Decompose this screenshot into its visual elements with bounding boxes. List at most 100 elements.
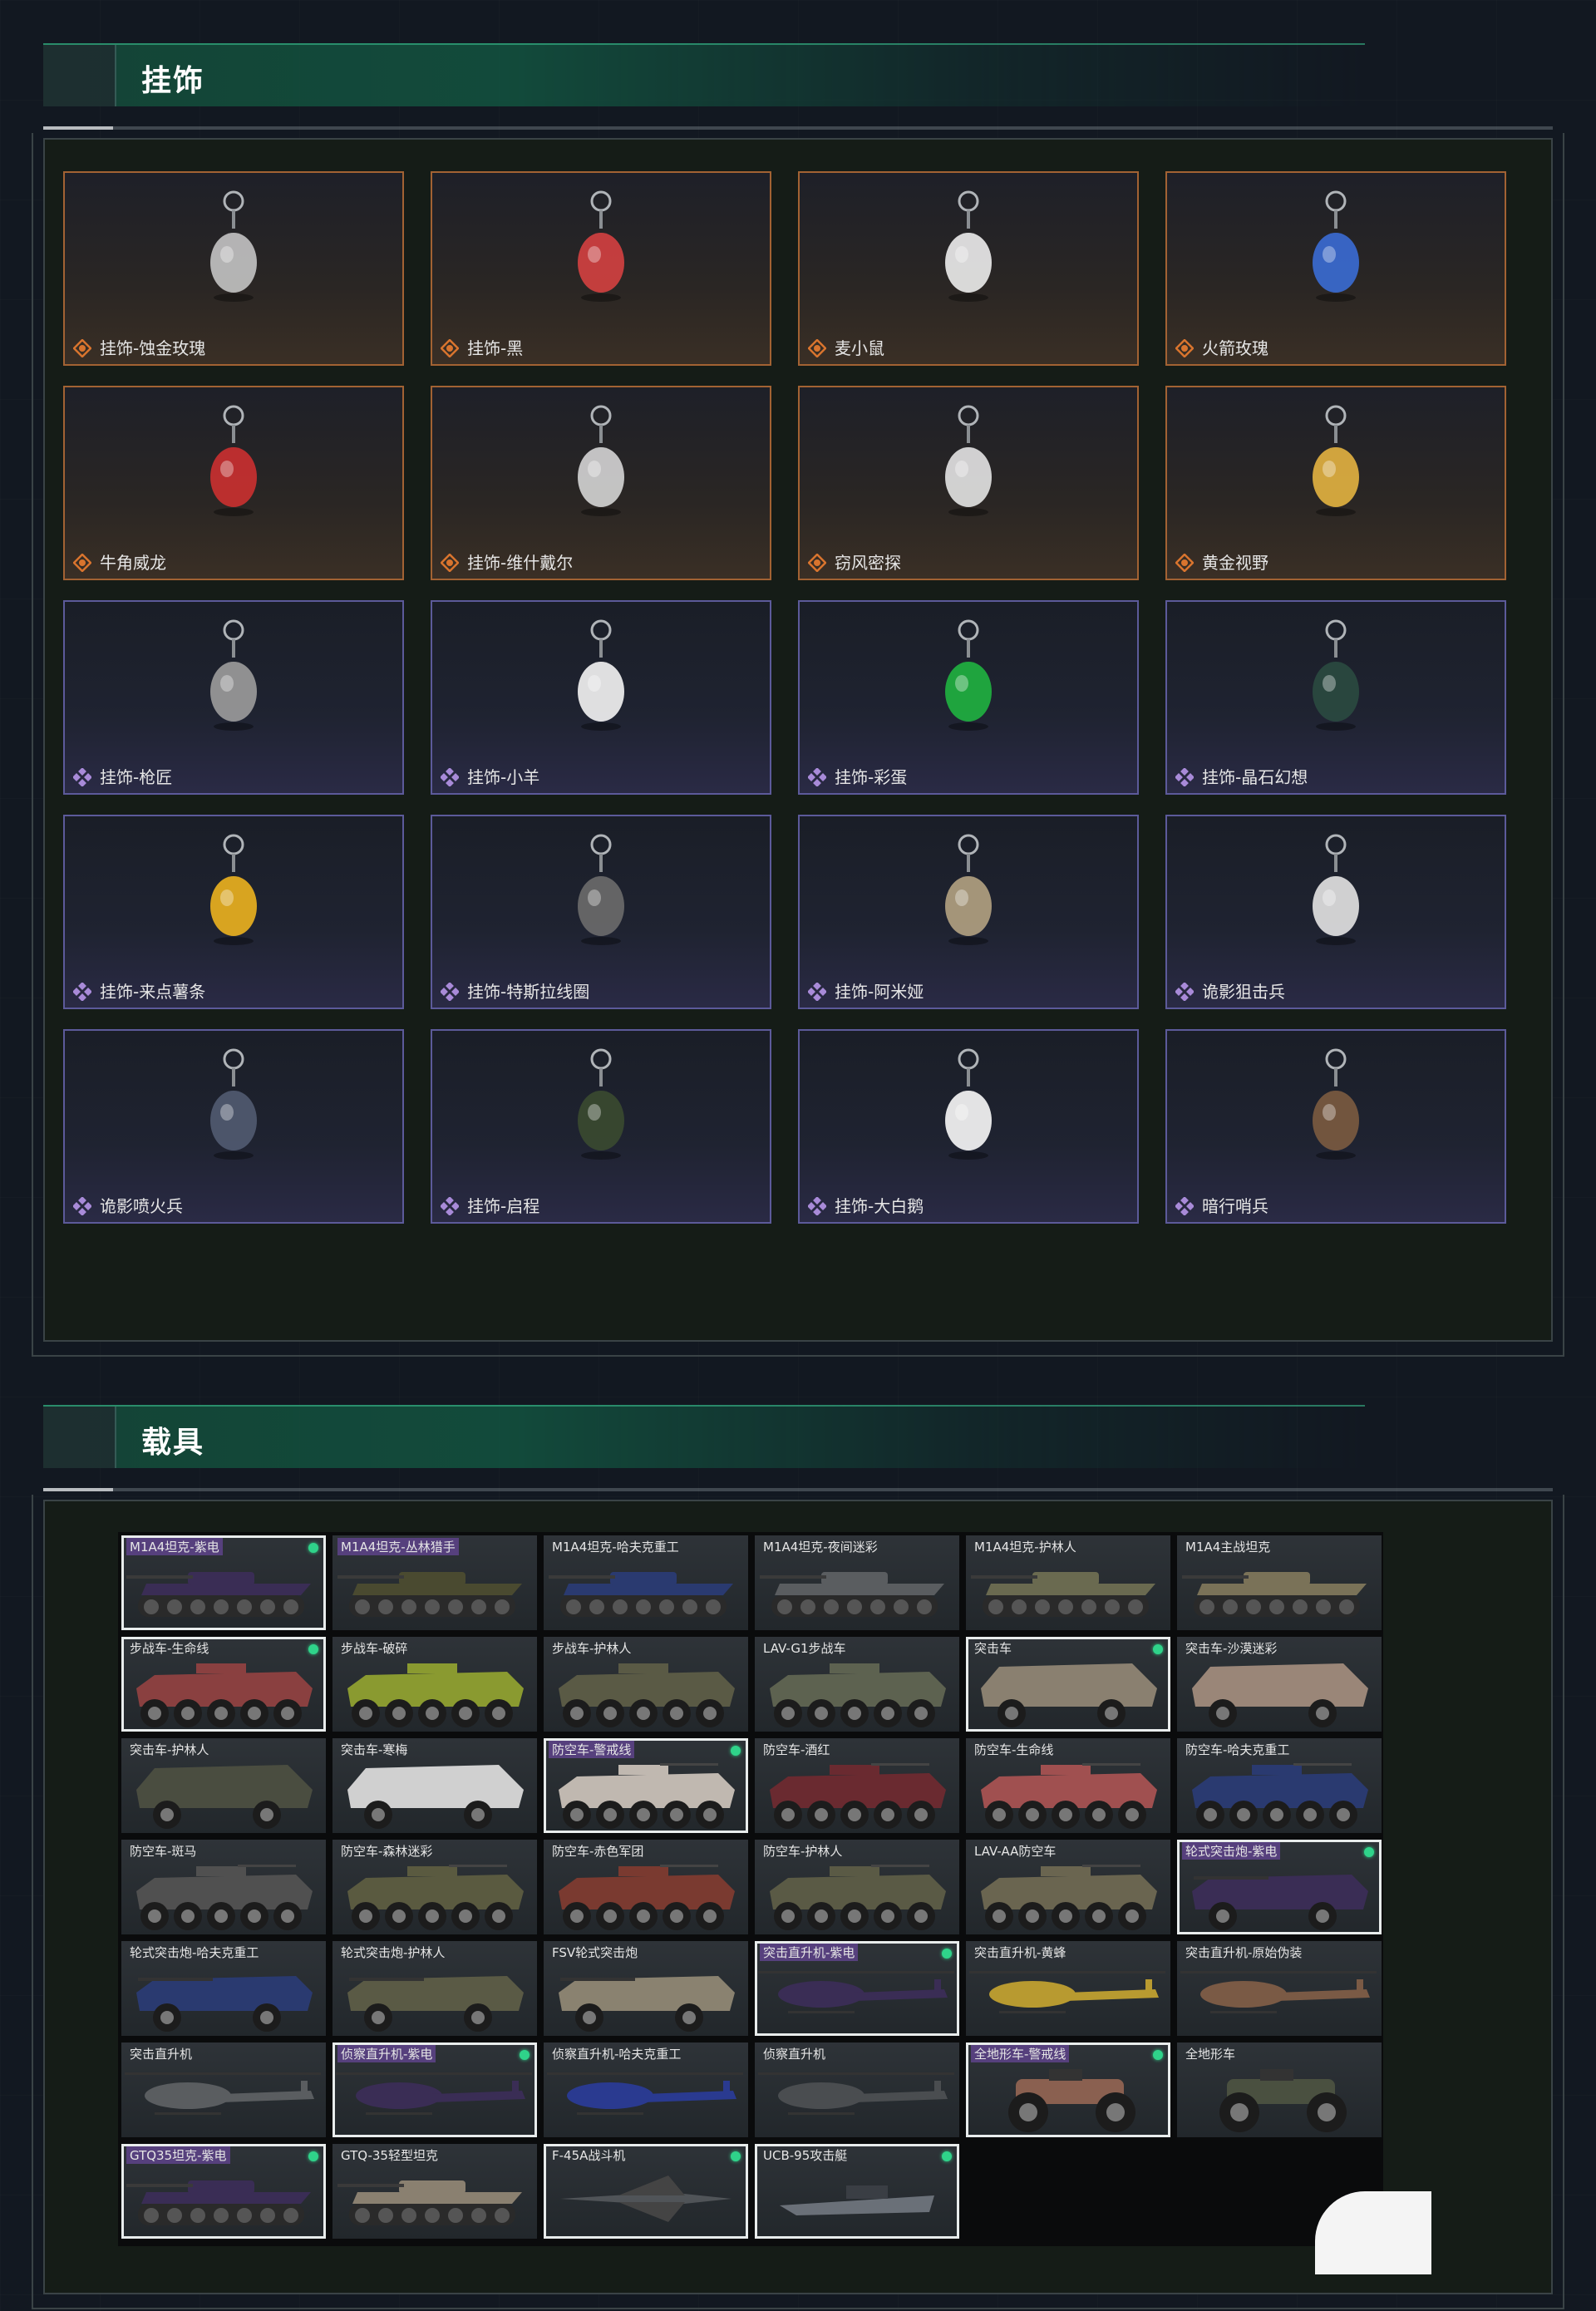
vehicle-card[interactable]: M1A4坦克-丛林猎手	[332, 1535, 537, 1630]
pendant-card[interactable]: 挂饰-来点薯条	[63, 815, 404, 1009]
purple-rarity-icon	[73, 768, 91, 786]
vehicle-card[interactable]: M1A4坦克-夜间迷彩	[755, 1535, 959, 1630]
pendant-card[interactable]: 挂饰-黑	[431, 171, 771, 366]
pendant-card[interactable]: 挂饰-晶石幻想	[1165, 600, 1506, 795]
vehicle-card[interactable]: GTQ35坦克-紫电	[121, 2144, 326, 2239]
purple-rarity-icon	[441, 1197, 459, 1215]
pendant-name: 挂饰-彩蛋	[835, 767, 908, 787]
vehicle-card[interactable]: LAV-AA防空车	[966, 1840, 1170, 1934]
owned-indicator-dot	[942, 2151, 952, 2161]
heli-vehicle-icon	[758, 1971, 954, 2013]
purple-rarity-icon	[441, 983, 459, 1001]
aa-vehicle-icon	[770, 1865, 946, 1930]
vehicle-card[interactable]: 侦察直升机-紫电	[332, 2042, 537, 2137]
vehicle-card[interactable]: 防空车-警戒线	[544, 1738, 748, 1833]
vehicle-name: 步战车-护林人	[552, 1641, 632, 1656]
vehicle-card[interactable]: LAV-G1步战车	[755, 1637, 959, 1732]
vehicle-card[interactable]: 防空车-赤色军团	[544, 1840, 748, 1934]
vehicle-card[interactable]: 侦察直升机	[755, 2042, 959, 2137]
pendant-card[interactable]: 挂饰-小羊	[431, 600, 771, 795]
vehicle-card[interactable]: 突击直升机-紫电	[755, 1941, 959, 2036]
goose-pendant-icon	[945, 1048, 992, 1160]
tank-vehicle-icon	[760, 1572, 944, 1617]
pendant-card[interactable]: 挂饰-彩蛋	[798, 600, 1139, 795]
vehicle-card[interactable]: 防空车-酒红	[755, 1738, 959, 1833]
gold-rose-pendant-icon	[210, 190, 257, 302]
pendant-name: 诡影喷火兵	[100, 1196, 183, 1216]
scout-vehicle-icon	[336, 2072, 532, 2115]
vehicle-card[interactable]: GTQ-35轻型坦克	[332, 2144, 537, 2239]
vehicle-card[interactable]: 突击直升机-黄蜂	[966, 1941, 1170, 2036]
vehicle-card[interactable]: 突击直升机-原始伪装	[1177, 1941, 1382, 2036]
vehicle-card[interactable]: F-45A战斗机	[544, 2144, 748, 2239]
vehicle-card[interactable]: 步战车-生命线	[121, 1637, 326, 1732]
pendant-card[interactable]: 挂饰-启程	[431, 1029, 771, 1224]
pendant-name: 挂饰-来点薯条	[100, 982, 206, 1002]
vehicle-name: M1A4坦克-夜间迷彩	[763, 1540, 878, 1555]
vehicle-card[interactable]: 突击车-护林人	[121, 1738, 326, 1833]
vehicle-card[interactable]: 轮式突击炮-紫电	[1177, 1840, 1382, 1934]
aa-vehicle-icon	[347, 1865, 524, 1930]
pendant-card[interactable]: 挂饰-特斯拉线圈	[431, 815, 771, 1009]
vehicle-name: 防空车-生命线	[974, 1742, 1054, 1757]
vehicle-card[interactable]: 轮式突击炮-哈夫克重工	[121, 1941, 326, 2036]
mrap-vehicle-icon	[1192, 1663, 1368, 1727]
vehicle-name: LAV-AA防空车	[974, 1844, 1057, 1859]
pendant-card[interactable]: 牛角威龙	[63, 386, 404, 580]
pendant-name: 挂饰-黑	[467, 338, 524, 358]
pendant-name: 挂饰-枪匠	[100, 767, 173, 787]
vehicle-card[interactable]: 防空车-森林迷彩	[332, 1840, 537, 1934]
vehicle-card[interactable]: M1A4坦克-护林人	[966, 1535, 1170, 1630]
pendant-card[interactable]: 麦小鼠	[798, 171, 1139, 366]
vehicle-card[interactable]: 全地形车-警戒线	[966, 2042, 1170, 2137]
vehicle-card[interactable]: 全地形车	[1177, 2042, 1382, 2137]
vehicle-name: M1A4坦克-哈夫克重工	[552, 1540, 679, 1555]
vehicle-card[interactable]: M1A4坦克-紫电	[121, 1535, 326, 1630]
vehicle-name: 突击车	[974, 1641, 1012, 1656]
pendant-card[interactable]: 窃风密探	[798, 386, 1139, 580]
vehicle-card[interactable]: 突击车-寒梅	[332, 1738, 537, 1833]
vehicle-card[interactable]: 防空车-护林人	[755, 1840, 959, 1934]
pendant-card[interactable]: 诡影喷火兵	[63, 1029, 404, 1224]
pendant-card[interactable]: 挂饰-维什戴尔	[431, 386, 771, 580]
vehicle-name: 防空车-警戒线	[549, 1741, 635, 1758]
sniper-pendant-icon	[1313, 834, 1359, 945]
pendant-card[interactable]: 黄金视野	[1165, 386, 1506, 580]
purple-rarity-icon	[73, 1197, 91, 1215]
horn-dragon-pendant-icon	[210, 405, 257, 516]
tag-pendant-icon	[578, 405, 624, 516]
vehicle-name: 防空车-哈夫克重工	[1185, 1742, 1290, 1757]
pendant-card[interactable]: 火箭玫瑰	[1165, 171, 1506, 366]
vehicle-card[interactable]: 防空车-哈夫克重工	[1177, 1738, 1382, 1833]
vehicle-card[interactable]: 步战车-护林人	[544, 1637, 748, 1732]
pendant-card[interactable]: 挂饰-阿米娅	[798, 815, 1139, 1009]
boat-vehicle-icon	[780, 2185, 934, 2215]
jet-vehicle-icon	[560, 2175, 732, 2222]
vehicle-card[interactable]: FSV轮式突击炮	[544, 1941, 748, 2036]
vehicle-card[interactable]: 防空车-斑马	[121, 1840, 326, 1934]
pendant-card[interactable]: 诡影狙击兵	[1165, 815, 1506, 1009]
section-banner: 载具	[43, 1405, 1365, 1468]
section-banner: 挂饰	[43, 43, 1365, 106]
vehicle-card[interactable]: M1A4主战坦克	[1177, 1535, 1382, 1630]
pendant-card[interactable]: 挂饰-蚀金玫瑰	[63, 171, 404, 366]
pendant-card[interactable]: 暗行哨兵	[1165, 1029, 1506, 1224]
tank-vehicle-icon	[549, 1572, 733, 1617]
tank-vehicle-icon	[126, 1572, 311, 1617]
vehicle-card[interactable]: UCB-95攻击艇	[755, 2144, 959, 2239]
pendant-card[interactable]: 挂饰-大白鹅	[798, 1029, 1139, 1224]
vehicle-card[interactable]: 轮式突击炮-护林人	[332, 1941, 537, 2036]
vehicle-card[interactable]: 突击车-沙漠迷彩	[1177, 1637, 1382, 1732]
vehicle-card[interactable]: 防空车-生命线	[966, 1738, 1170, 1833]
owned-indicator-dot	[731, 1746, 741, 1756]
vehicle-card[interactable]: M1A4坦克-哈夫克重工	[544, 1535, 748, 1630]
assault-vehicle-icon	[559, 1976, 735, 2032]
vehicle-card[interactable]: 突击直升机	[121, 2042, 326, 2137]
sentinel-pendant-icon	[1313, 1048, 1359, 1160]
vehicle-card[interactable]: 突击车	[966, 1637, 1170, 1732]
vehicle-card[interactable]: 侦察直升机-哈夫克重工	[544, 2042, 748, 2137]
owned-indicator-dot	[308, 2151, 318, 2161]
atv-vehicle-icon	[1219, 2069, 1347, 2132]
pendant-card[interactable]: 挂饰-枪匠	[63, 600, 404, 795]
vehicle-card[interactable]: 步战车-破碎	[332, 1637, 537, 1732]
